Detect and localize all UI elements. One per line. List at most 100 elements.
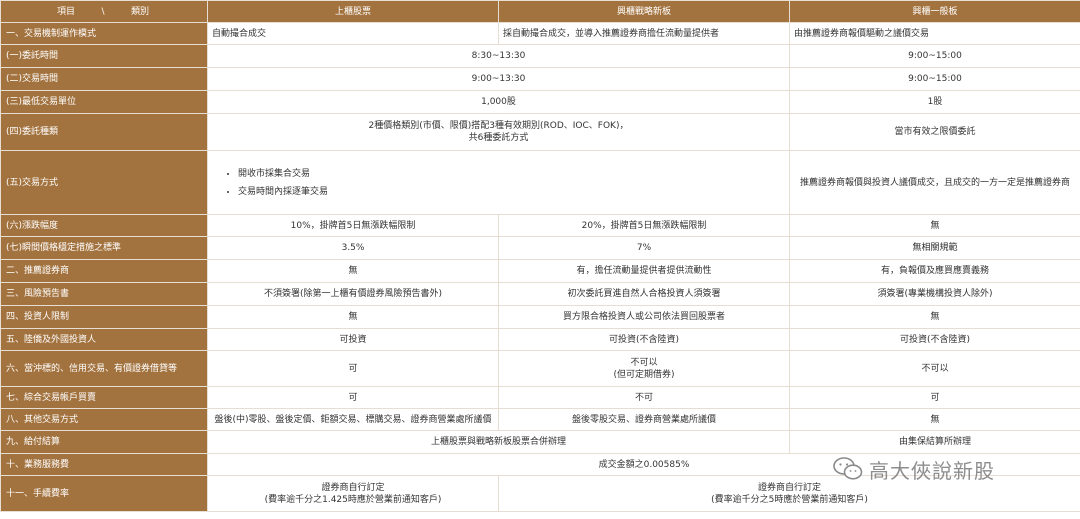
table-cell: 須簽署(專業機構投資人除外) <box>789 282 1080 306</box>
table-cell: 盤後(中)零股、盤後定價、鉅額交易、標購交易、證券商營業處所議價 <box>207 408 499 431</box>
row-label: (五)交易方式 <box>0 150 208 215</box>
table-row: (五)交易方式 開收市採集合交易 交易時間內採逐筆交易 推薦證券商報價與投資人議… <box>0 150 1080 215</box>
table-row: 八、其他交易方式 盤後(中)零股、盤後定價、鉅額交易、標購交易、證券商營業處所議… <box>0 408 1080 431</box>
column-header-otc-stock: 上櫃股票 <box>207 0 499 23</box>
table-cell: 無 <box>207 259 499 283</box>
table-cell: 上櫃股票與戰略新板股票合併辦理 <box>207 430 790 454</box>
cell-line: (費率逾千分之1.425時應於營業前通知客戶) <box>264 494 442 505</box>
table-cell: 有，擔任流動量提供者提供流動性 <box>498 259 790 283</box>
table-row: 九、給付結算 上櫃股票與戰略新板股票合併辦理 由集保結算所辦理 <box>0 430 1080 454</box>
table-cell: 不可以 (但可定期借券) <box>498 350 790 387</box>
row-label: 九、給付結算 <box>0 430 208 454</box>
table-row: (七)瞬間價格穩定措施之標準 3.5% 7% 無相關規範 <box>0 236 1080 260</box>
table-cell: 無 <box>789 305 1080 329</box>
table-cell: 可 <box>207 386 499 409</box>
table-cell: 3.5% <box>207 236 499 260</box>
table-cell: 可投資 <box>207 328 499 351</box>
row-label: 十、業務服務費 <box>0 453 208 476</box>
table-cell: 2種價格類別(市價、限價)搭配3種有效期別(ROD、IOC、FOK)， 共6種委… <box>207 113 790 151</box>
row-label: (二)交易時間 <box>0 67 208 91</box>
table-row: (三)最低交易單位 1,000股 1股 <box>0 90 1080 114</box>
table-cell: 9:00~15:00 <box>789 67 1080 91</box>
table-cell: 7% <box>498 236 790 260</box>
row-label: 十一、手續費率 <box>0 475 208 512</box>
table-cell: 不可以 <box>789 350 1080 387</box>
table-cell: 9:00~13:30 <box>207 67 790 91</box>
table-row: (一)委託時間 8:30~13:30 9:00~15:00 <box>0 44 1080 68</box>
column-header-general-board: 興櫃一般板 <box>789 0 1080 23</box>
table-row: 七、綜合交易帳戶買賣 可 不可 可 <box>0 386 1080 409</box>
table-cell: 無 <box>789 408 1080 431</box>
table-cell: 可投資(不含陸資) <box>498 328 790 351</box>
row-label: (七)瞬間價格穩定措施之標準 <box>0 236 208 260</box>
row-label: (六)漲跌幅度 <box>0 214 208 237</box>
cell-line: 證券商自行訂定 <box>757 482 821 493</box>
cell-line: 共6種委託方式 <box>468 133 529 143</box>
table-row: 三、風險預告書 不須簽署(除第一上櫃有價證券風險預告書外) 初次委託買進自然人合… <box>0 282 1080 306</box>
row-label: 二、推薦證券商 <box>0 259 208 283</box>
corner-header: 項目 \ 類別 <box>0 0 208 23</box>
table-cell: 可 <box>207 350 499 387</box>
cell-line: (但可定期借券) <box>613 369 675 380</box>
table-cell: 當市有效之限價委託 <box>789 113 1080 151</box>
row-label: 四、投資人限制 <box>0 305 208 329</box>
table-cell: 無 <box>789 214 1080 237</box>
row-label: 一、交易機制運作模式 <box>0 22 208 45</box>
row-label: (四)委託種類 <box>0 113 208 151</box>
table-cell: 成交金額之0.00585% <box>207 453 1080 476</box>
table-cell: 由集保結算所辦理 <box>789 430 1080 454</box>
table-row: 四、投資人限制 無 買方限合格投資人或公司依法買回股票者 無 <box>0 305 1080 329</box>
table-cell: 由推薦證券商報價驅動之議價交易 <box>789 22 1080 45</box>
bullet-list: 開收市採集合交易 交易時間內採逐筆交易 <box>212 165 785 201</box>
table-cell: 買方限合格投資人或公司依法買回股票者 <box>498 305 790 329</box>
table-cell: 推薦證券商報價與投資人議價成交，且成交的一方一定是推薦證券商 <box>789 150 1080 215</box>
list-item: 交易時間內採逐筆交易 <box>238 183 785 201</box>
table-cell: 證券商自行訂定 (費率逾千分之5時應於營業前通知客戶) <box>498 475 1080 512</box>
table-cell: 無相關規範 <box>789 236 1080 260</box>
table-row: (四)委託種類 2種價格類別(市價、限價)搭配3種有效期別(ROD、IOC、FO… <box>0 113 1080 151</box>
row-label: 六、當沖標的、信用交易、有價證券借貸等 <box>0 350 208 387</box>
table-cell: 無 <box>207 305 499 329</box>
row-label: 三、風險預告書 <box>0 282 208 306</box>
table-cell: 可投資(不含陸資) <box>789 328 1080 351</box>
cell-line: 不可以 <box>630 357 658 368</box>
table-row: 二、推薦證券商 無 有，擔任流動量提供者提供流動性 有，負報價及應買應賣義務 <box>0 259 1080 283</box>
table-cell: 20%，掛牌首5日無漲跌幅限制 <box>498 214 790 237</box>
corner-separator: \ <box>101 6 105 17</box>
column-header-strategic-board: 興櫃戰略新板 <box>498 0 790 23</box>
table-cell: 可 <box>789 386 1080 409</box>
row-label: (三)最低交易單位 <box>0 90 208 114</box>
table-row: (二)交易時間 9:00~13:30 9:00~15:00 <box>0 67 1080 91</box>
table-cell: 不須簽署(除第一上櫃有價證券風險預告書外) <box>207 282 499 306</box>
table-cell: 10%，掛牌首5日無漲跌幅限制 <box>207 214 499 237</box>
table-row: 六、當沖標的、信用交易、有價證券借貸等 可 不可以 (但可定期借券) 不可以 <box>0 350 1080 387</box>
table-cell: 初次委託買進自然人合格投資人須簽署 <box>498 282 790 306</box>
header-row: 項目 \ 類別 上櫃股票 興櫃戰略新板 興櫃一般板 <box>0 0 1080 23</box>
cell-line: 證券商自行訂定 <box>321 482 385 493</box>
table-row: (六)漲跌幅度 10%，掛牌首5日無漲跌幅限制 20%，掛牌首5日無漲跌幅限制 … <box>0 214 1080 237</box>
table-row: 五、陸僑及外國投資人 可投資 可投資(不含陸資) 可投資(不含陸資) <box>0 328 1080 351</box>
table-cell: 8:30~13:30 <box>207 44 790 68</box>
comparison-table: 項目 \ 類別 上櫃股票 興櫃戰略新板 興櫃一般板 一、交易機制運作模式 自動撮… <box>0 0 1080 512</box>
table-cell: 1股 <box>789 90 1080 114</box>
table-cell: 自動撮合成交 <box>207 22 499 45</box>
table-row: 一、交易機制運作模式 自動撮合成交 採自動撮合成交，並導入推薦證券商擔任流動量提… <box>0 22 1080 45</box>
row-label: 八、其他交易方式 <box>0 408 208 431</box>
table-cell: 盤後零股交易、證券商營業處所議價 <box>498 408 790 431</box>
row-label: 五、陸僑及外國投資人 <box>0 328 208 351</box>
table-cell: 開收市採集合交易 交易時間內採逐筆交易 <box>207 150 790 215</box>
list-item: 開收市採集合交易 <box>238 165 785 183</box>
row-label: 七、綜合交易帳戶買賣 <box>0 386 208 409</box>
table-cell: 1,000股 <box>207 90 790 114</box>
cell-line: (費率逾千分之5時應於營業前通知客戶) <box>711 494 868 505</box>
table-cell: 有，負報價及應買應賣義務 <box>789 259 1080 283</box>
corner-category-label: 類別 <box>130 6 149 17</box>
table-row: 十、業務服務費 成交金額之0.00585% <box>0 453 1080 476</box>
table-cell: 採自動撮合成交，並導入推薦證券商擔任流動量提供者 <box>498 22 790 45</box>
corner-item-label: 項目 <box>57 6 76 17</box>
table-row: 十一、手續費率 證券商自行訂定 (費率逾千分之1.425時應於營業前通知客戶) … <box>0 475 1080 512</box>
table-cell: 證券商自行訂定 (費率逾千分之1.425時應於營業前通知客戶) <box>207 475 499 512</box>
cell-line: 2種價格類別(市價、限價)搭配3種有效期別(ROD、IOC、FOK)， <box>368 121 629 131</box>
table-cell: 不可 <box>498 386 790 409</box>
table-cell: 9:00~15:00 <box>789 44 1080 68</box>
